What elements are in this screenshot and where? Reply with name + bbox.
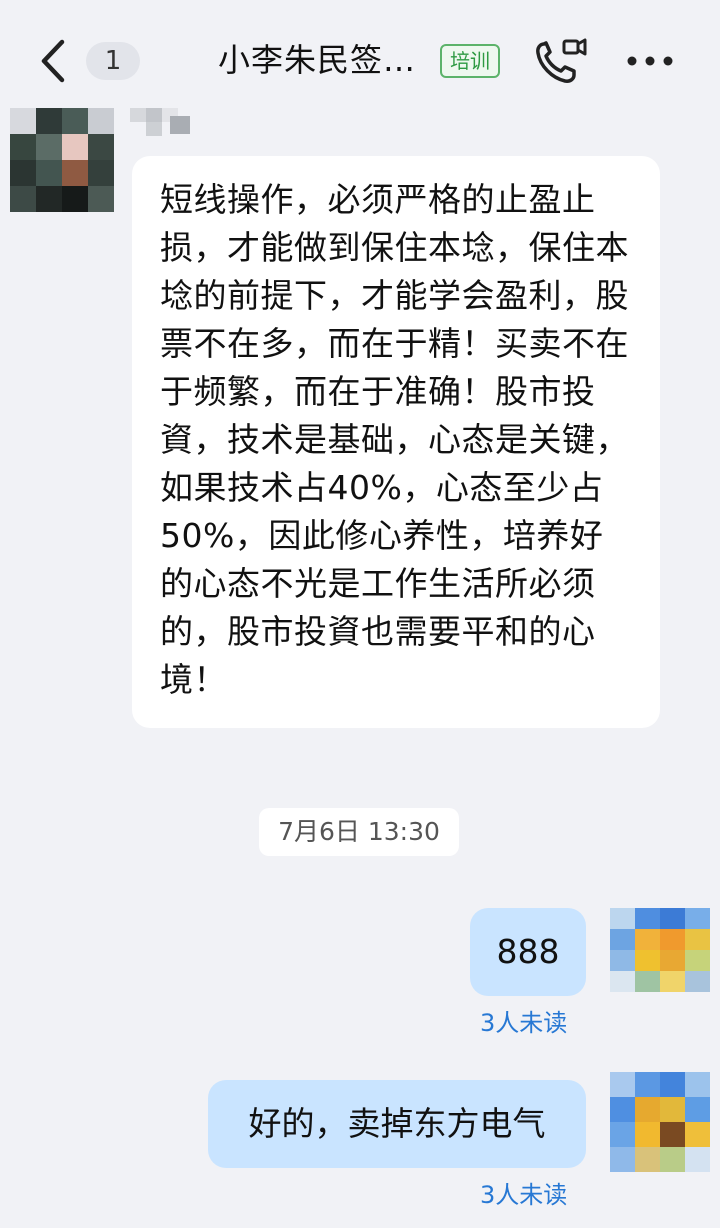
incoming-message-text: 短线操作，必须严格的止盈止损，才能做到保住本埝，保住本埝的前提下，才能学会盈利，… xyxy=(160,180,629,699)
more-dots-icon[interactable] xyxy=(622,44,682,78)
group-tag: 培训 xyxy=(440,44,500,78)
my-avatar[interactable] xyxy=(610,908,710,992)
chat-title[interactable]: 小李朱民签… xyxy=(218,38,416,82)
sender-name-blurred xyxy=(130,108,194,136)
outgoing-message-bubble[interactable]: 好的，卖掉东方电气 xyxy=(208,1080,586,1168)
incoming-message-bubble[interactable]: 短线操作，必须严格的止盈止损，才能做到保住本埝，保住本埝的前提下，才能学会盈利，… xyxy=(132,156,660,728)
outgoing-message-bubble[interactable]: 888 xyxy=(470,908,586,996)
video-call-icon[interactable] xyxy=(530,36,590,88)
message-timestamp: 7月6日 13:30 xyxy=(259,808,459,856)
chat-header: 1 小李朱民签… 培训 xyxy=(0,0,720,120)
unread-count-badge[interactable]: 1 xyxy=(86,42,140,80)
my-avatar[interactable] xyxy=(610,1072,710,1172)
sender-avatar[interactable] xyxy=(10,108,114,212)
chevron-left-icon[interactable] xyxy=(34,36,74,86)
outgoing-message-text: 好的，卖掉东方电气 xyxy=(248,1104,546,1143)
outgoing-message-text: 888 xyxy=(496,932,560,971)
read-status[interactable]: 3人未读 xyxy=(480,1008,567,1038)
read-status[interactable]: 3人未读 xyxy=(480,1180,567,1210)
